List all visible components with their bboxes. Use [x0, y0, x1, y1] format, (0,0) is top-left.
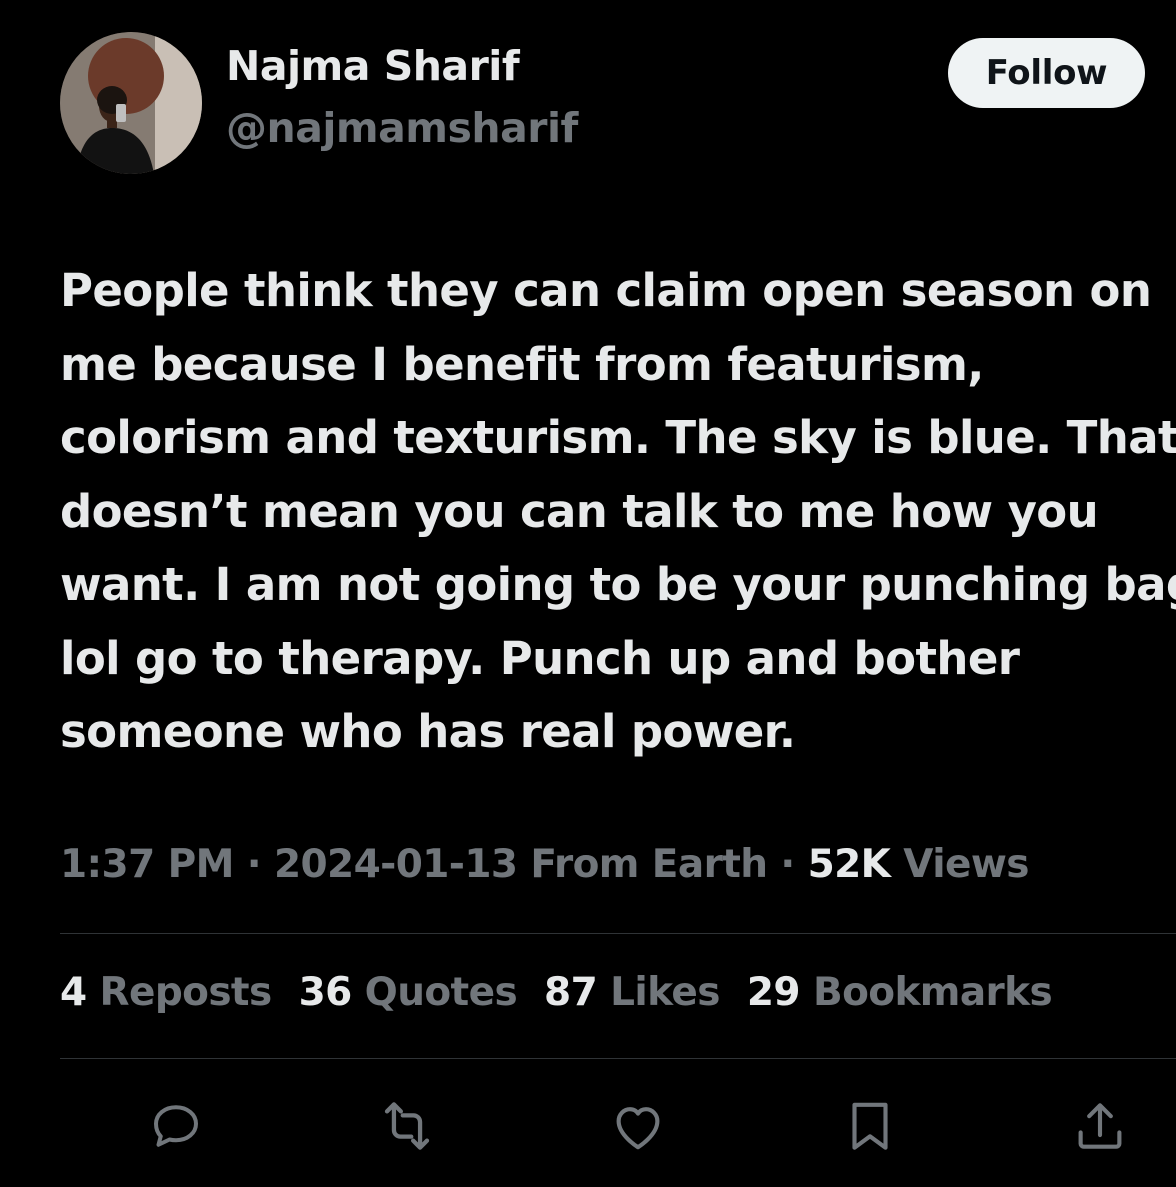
follow-button[interactable]: Follow [948, 38, 1145, 108]
repost-button[interactable] [375, 1094, 439, 1158]
bookmark-button[interactable] [838, 1094, 902, 1158]
avatar[interactable] [60, 32, 202, 174]
likes-stat[interactable]: 87 Likes [544, 970, 720, 1015]
bookmark-icon [852, 1102, 888, 1150]
tweet-time[interactable]: 1:37 PM [60, 842, 234, 887]
author-handle[interactable]: @najmamsharif [226, 104, 578, 152]
tweet-line: doesn’t mean you can talk to me how you [60, 484, 1099, 538]
tweet-text: People think they can claim open season … [60, 254, 1176, 769]
engagement-stats: 4 Reposts 36 Quotes 87 Likes 29 Bookmark… [60, 970, 1066, 1015]
share-icon [1078, 1103, 1122, 1149]
tweet-date[interactable]: 2024-01-13 [274, 842, 518, 887]
tweet-line: colorism and texturism. The sky is blue.… [60, 411, 1176, 464]
tweet-line: someone who has real power. [60, 705, 796, 758]
like-button[interactable] [606, 1094, 670, 1158]
tweet-line: lol go to therapy. Punch up and bother [60, 631, 1020, 685]
reposts-stat[interactable]: 4 Reposts [60, 970, 272, 1015]
views-count: 52K [807, 842, 891, 887]
tweet-line: People think they can claim open season … [60, 264, 1152, 317]
avatar-photo [60, 32, 202, 174]
bookmarks-stat[interactable]: 29 Bookmarks [747, 970, 1053, 1015]
tweet-line: want. I am not going to be your punching… [60, 558, 1176, 611]
quotes-stat[interactable]: 36 Quotes [299, 970, 518, 1015]
tweet-location: From Earth [530, 842, 768, 887]
repost-icon [384, 1102, 430, 1150]
tweet-meta: 1:37 PM · 2024-01-13 From Earth · 52K Vi… [60, 842, 1029, 887]
like-icon [616, 1107, 660, 1150]
author-display-name[interactable]: Najma Sharif [226, 42, 520, 90]
share-button[interactable] [1068, 1094, 1132, 1158]
meta-separator: · [246, 842, 262, 887]
divider [60, 933, 1176, 934]
views-label: Views [903, 842, 1029, 887]
meta-separator: · [780, 842, 795, 887]
reply-icon [154, 1105, 198, 1147]
tweet-line: me because I benefit from featurism, [60, 337, 984, 391]
divider [60, 1058, 1176, 1059]
reply-button[interactable] [144, 1094, 208, 1158]
